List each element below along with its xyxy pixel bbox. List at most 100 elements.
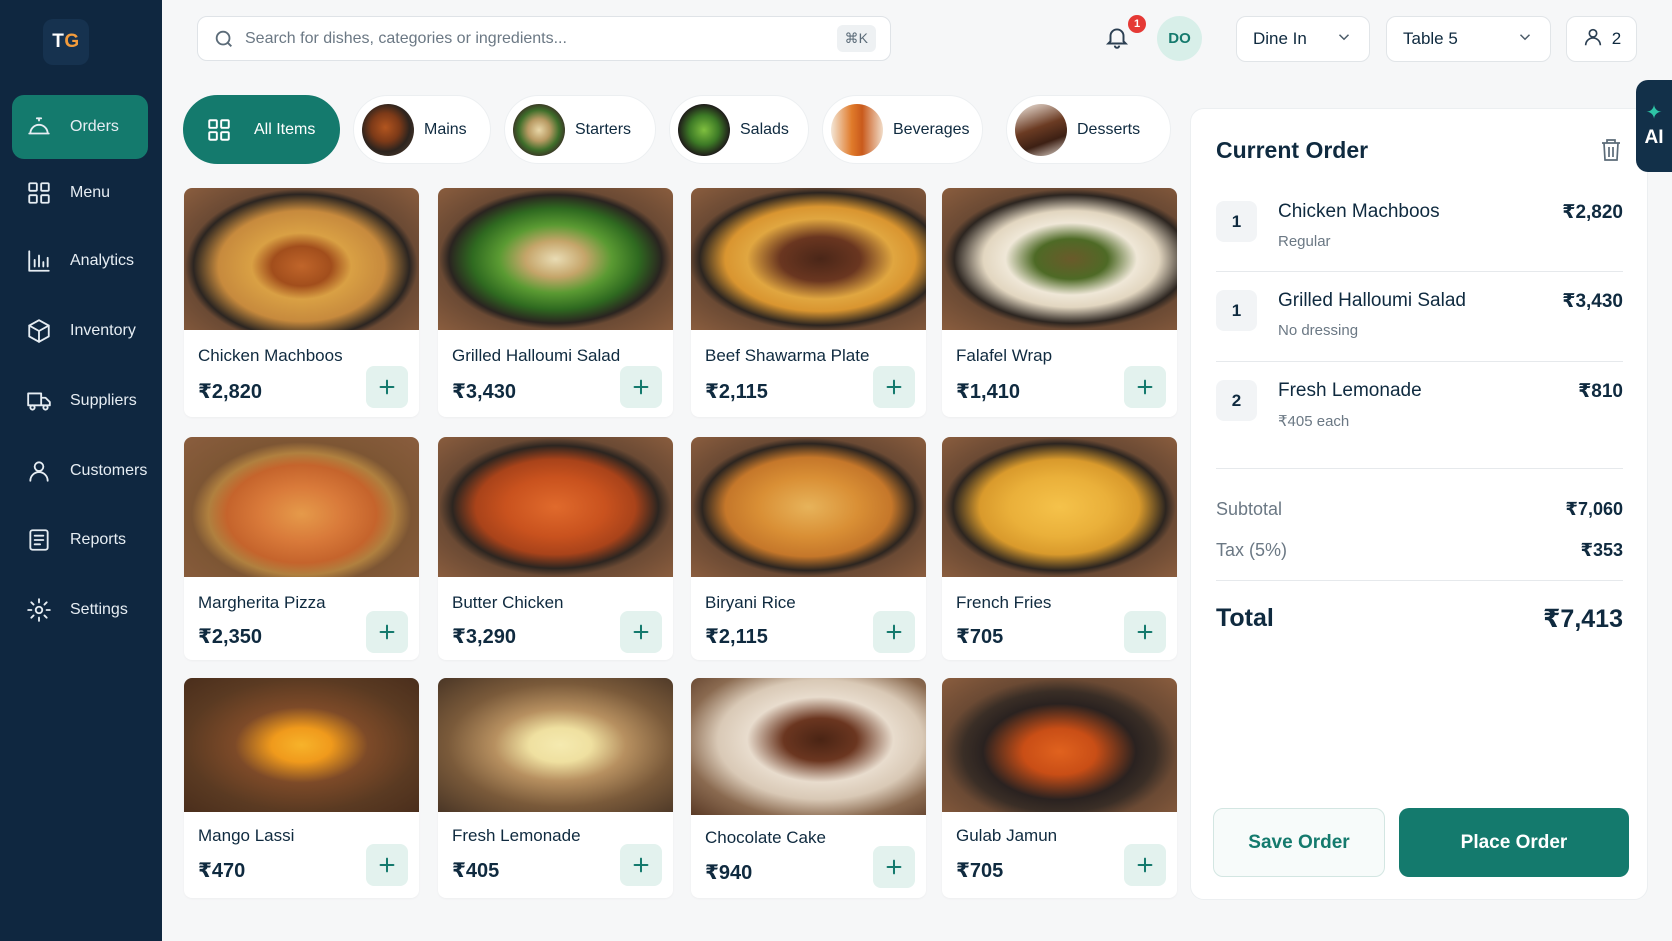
sidebar-item-settings[interactable]: Settings xyxy=(12,578,148,642)
product-price: ₹470 xyxy=(198,860,246,882)
line-quantity[interactable]: 1 xyxy=(1216,201,1257,242)
category-mains[interactable]: Mains xyxy=(353,95,491,164)
product-name: Grilled Halloumi Salad xyxy=(452,346,621,365)
truck-icon xyxy=(25,387,53,415)
product-price: ₹1,410 xyxy=(956,381,1020,403)
table-select[interactable]: Table 5 xyxy=(1386,16,1551,62)
product-image xyxy=(438,188,673,330)
add-to-order-button[interactable] xyxy=(1124,366,1166,408)
product-image xyxy=(942,188,1177,330)
product-card[interactable]: Biryani Rice ₹2,115 xyxy=(691,437,926,660)
sparkle-icon: ✦ xyxy=(1645,102,1663,124)
search-bar[interactable]: ⌘K xyxy=(197,16,891,61)
category-beverages[interactable]: Beverages xyxy=(822,95,983,164)
line-quantity[interactable]: 2 xyxy=(1216,380,1257,421)
category-salads[interactable]: Salads xyxy=(669,95,809,164)
sidebar-item-label: Suppliers xyxy=(70,392,137,409)
sidebar-item-menu[interactable]: Menu xyxy=(12,161,148,225)
sidebar: TG Orders Menu Analytics Inventory Suppl… xyxy=(0,0,162,941)
add-to-order-button[interactable] xyxy=(873,611,915,653)
salads-thumbnail xyxy=(678,103,730,156)
product-card[interactable]: Margherita Pizza ₹2,350 xyxy=(184,437,419,660)
product-image xyxy=(691,437,926,577)
sidebar-item-orders[interactable]: Orders xyxy=(12,95,148,159)
add-to-order-button[interactable] xyxy=(873,366,915,408)
add-to-order-button[interactable] xyxy=(366,611,408,653)
sidebar-item-label: Analytics xyxy=(70,252,135,269)
search-input[interactable] xyxy=(245,29,837,48)
product-card[interactable]: Beef Shawarma Plate ₹2,115 xyxy=(691,188,926,417)
product-price: ₹2,115 xyxy=(705,626,768,648)
order-line-item[interactable]: 1 Chicken Machboos Regular ₹2,820 xyxy=(1216,201,1623,251)
product-card[interactable]: Falafel Wrap ₹1,410 xyxy=(942,188,1177,417)
avatar[interactable]: DO xyxy=(1157,16,1202,61)
brand-logo[interactable]: TG xyxy=(43,19,89,65)
category-label: Mains xyxy=(424,120,467,138)
chevron-down-icon xyxy=(1335,28,1353,51)
add-to-order-button[interactable] xyxy=(366,844,408,886)
sidebar-item-label: Settings xyxy=(70,601,128,618)
save-order-button[interactable]: Save Order xyxy=(1213,808,1385,877)
sidebar-item-inventory[interactable]: Inventory xyxy=(12,299,148,363)
line-note: Regular xyxy=(1278,233,1331,250)
product-image xyxy=(691,678,926,815)
service-mode-select[interactable]: Dine In xyxy=(1236,16,1370,62)
bell-icon[interactable] xyxy=(1104,24,1132,52)
tax-value: ₹353 xyxy=(1580,540,1623,560)
trash-icon[interactable] xyxy=(1599,137,1623,163)
category-desserts[interactable]: Desserts xyxy=(1006,95,1171,164)
sidebar-item-label: Orders xyxy=(70,118,119,135)
line-quantity[interactable]: 1 xyxy=(1216,290,1257,331)
search-icon xyxy=(213,28,235,50)
order-title: Current Order xyxy=(1216,137,1369,163)
add-to-order-button[interactable] xyxy=(620,844,662,886)
add-to-order-button[interactable] xyxy=(1124,611,1166,653)
product-name: Falafel Wrap xyxy=(956,346,1053,365)
desserts-thumbnail xyxy=(1015,103,1067,156)
mains-thumbnail xyxy=(362,103,414,156)
product-image xyxy=(184,188,419,330)
sidebar-item-reports[interactable]: Reports xyxy=(12,508,148,572)
add-to-order-button[interactable] xyxy=(1124,844,1166,886)
sidebar-item-customers[interactable]: Customers xyxy=(12,439,148,503)
product-price: ₹3,430 xyxy=(452,381,516,403)
line-name: Grilled Halloumi Salad xyxy=(1278,290,1466,311)
sidebar-item-analytics[interactable]: Analytics xyxy=(12,229,148,293)
product-card[interactable]: French Fries ₹705 xyxy=(942,437,1177,660)
chevron-down-icon xyxy=(1516,28,1534,51)
product-price: ₹2,820 xyxy=(198,381,262,403)
product-card[interactable]: Gulab Jamun ₹705 xyxy=(942,678,1177,898)
line-price: ₹3,430 xyxy=(1562,291,1623,312)
plus-icon xyxy=(379,624,395,640)
users-icon xyxy=(25,457,53,485)
bar-chart-icon xyxy=(25,247,53,275)
add-to-order-button[interactable] xyxy=(620,611,662,653)
product-card[interactable]: Chicken Machboos ₹2,820 xyxy=(184,188,419,417)
product-card[interactable]: Chocolate Cake ₹940 xyxy=(691,678,926,898)
product-card[interactable]: Grilled Halloumi Salad ₹3,430 xyxy=(438,188,673,417)
sidebar-item-suppliers[interactable]: Suppliers xyxy=(12,369,148,433)
place-order-button[interactable]: Place Order xyxy=(1399,808,1629,877)
plus-icon xyxy=(886,624,902,640)
product-card[interactable]: Mango Lassi ₹470 xyxy=(184,678,419,898)
add-to-order-button[interactable] xyxy=(620,366,662,408)
guest-count-button[interactable]: 2 xyxy=(1566,16,1637,62)
line-price: ₹2,820 xyxy=(1562,202,1623,223)
add-to-order-button[interactable] xyxy=(873,846,915,888)
grid-icon xyxy=(206,117,232,143)
order-line-item[interactable]: 2 Fresh Lemonade ₹405 each ₹810 xyxy=(1216,380,1623,430)
total-row: Total ₹7,413 xyxy=(1216,604,1623,634)
product-card[interactable]: Fresh Lemonade ₹405 xyxy=(438,678,673,898)
order-line-item[interactable]: 1 Grilled Halloumi Salad No dressing ₹3,… xyxy=(1216,290,1623,340)
ai-assistant-tab[interactable]: ✦ AI xyxy=(1636,80,1672,172)
total-label: Total xyxy=(1216,604,1274,632)
tax-label: Tax (5%) xyxy=(1216,540,1288,560)
category-starters[interactable]: Starters xyxy=(504,95,656,164)
product-price: ₹705 xyxy=(956,860,1004,882)
add-to-order-button[interactable] xyxy=(366,366,408,408)
total-value: ₹7,413 xyxy=(1543,605,1623,633)
plus-icon xyxy=(379,379,395,395)
divider xyxy=(1216,271,1623,272)
product-card[interactable]: Butter Chicken ₹3,290 xyxy=(438,437,673,660)
category-all-items[interactable]: All Items xyxy=(183,95,340,164)
